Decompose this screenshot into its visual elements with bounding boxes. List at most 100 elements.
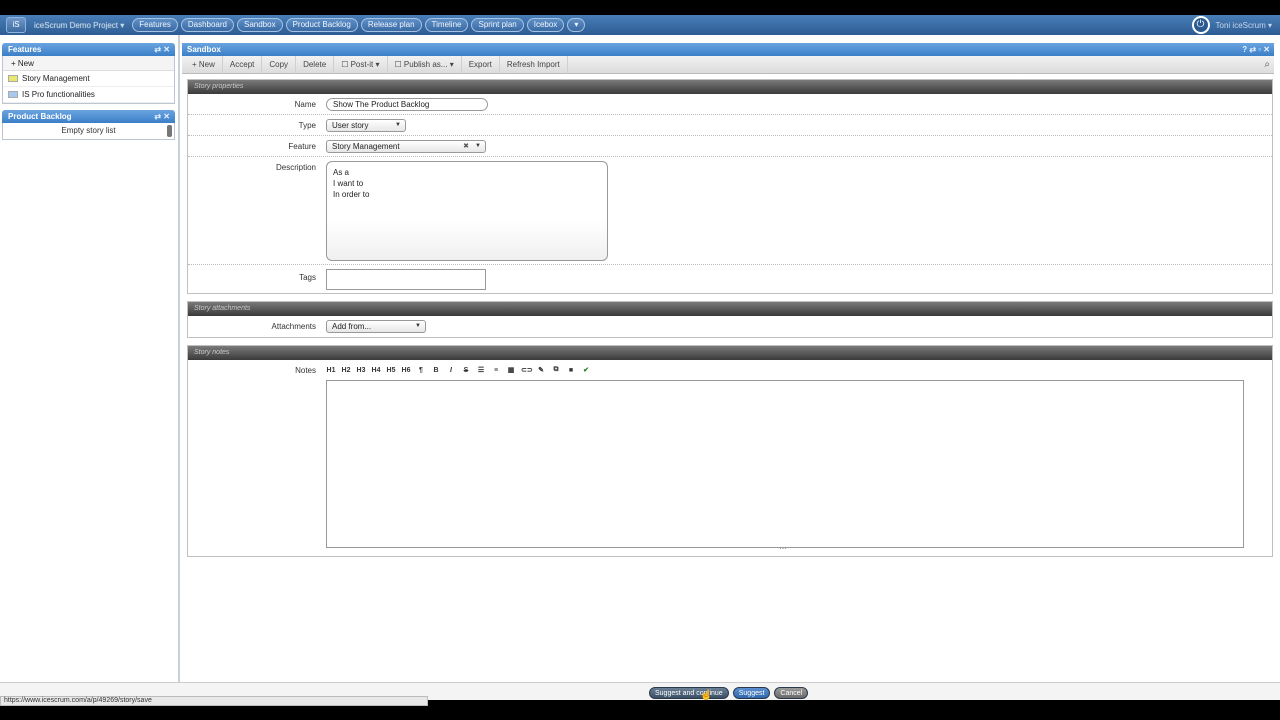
preview-icon[interactable]: ⧉	[551, 366, 561, 374]
chevron-down-icon: ▼	[415, 323, 421, 329]
description-textarea[interactable]: As a I want to In order to	[326, 161, 608, 261]
backlog-panel-title: Product Backlog	[8, 112, 72, 121]
status-url: https://www.icescrum.com/a/p/49269/story…	[0, 696, 428, 706]
tags-input[interactable]	[326, 269, 486, 290]
paragraph-icon[interactable]: ¶	[416, 367, 426, 374]
description-line: I want to	[333, 179, 364, 188]
bullet-list-icon[interactable]: ☰	[476, 366, 486, 374]
features-panel: + New Story Management IS Pro functional…	[2, 56, 175, 104]
field-label: Attachments	[271, 322, 316, 331]
backlog-panel-header: Product Backlog ⇄ ✕	[2, 110, 175, 123]
h3-button[interactable]: H3	[356, 367, 366, 374]
notes-textarea[interactable]: ⋯	[326, 380, 1244, 553]
h6-button[interactable]: H6	[401, 367, 411, 374]
feature-value: Story Management	[332, 142, 400, 151]
bold-icon[interactable]: B	[431, 367, 441, 374]
scrollbar[interactable]	[167, 125, 172, 137]
panel-controls-icon[interactable]: ? ⇄ ▫ ✕	[1242, 43, 1270, 56]
search-icon[interactable]: ⌕	[1264, 59, 1270, 70]
field-label: Feature	[288, 142, 316, 151]
top-navigation-bar: iS iceScrum Demo Project ▾ Features Dash…	[0, 15, 1280, 35]
panel-controls-icon[interactable]: ⇄ ✕	[154, 110, 170, 123]
panel-splitter[interactable]	[178, 35, 180, 700]
strikethrough-icon[interactable]: S	[461, 367, 471, 374]
tab-dashboard[interactable]: Dashboard	[180, 18, 234, 32]
type-row: Type User story ▼	[188, 115, 1272, 136]
resize-handle-icon[interactable]: ⋯	[779, 544, 787, 553]
accept-button[interactable]: Accept	[223, 55, 263, 74]
tab-timeline[interactable]: Timeline	[424, 18, 469, 32]
story-notes-section: Story notes Notes H1 H2 H3 H4 H5 H6 ¶ B …	[187, 345, 1273, 557]
attachments-value: Add from...	[332, 322, 372, 331]
feature-label: IS Pro functionalities	[22, 89, 95, 99]
story-attachments-section: Story attachments Attachments Add from..…	[187, 301, 1273, 338]
tab-sandbox[interactable]: Sandbox	[236, 18, 283, 32]
new-feature-button[interactable]: + New	[3, 56, 174, 71]
postit-dropdown[interactable]: ☐ Post-it ▾	[334, 55, 388, 74]
page-title: Sandbox	[187, 45, 221, 54]
left-sidebar: Features ⇄ ✕ + New Story Management IS P…	[2, 43, 175, 140]
features-panel-header: Features ⇄ ✕	[2, 43, 175, 56]
edit-icon[interactable]: ✎	[536, 366, 546, 374]
attachments-select[interactable]: Add from... ▼	[326, 320, 426, 333]
empty-message: Empty story list	[61, 126, 116, 135]
field-label: Name	[294, 100, 316, 109]
cancel-button[interactable]: Cancel	[774, 687, 809, 699]
publish-dropdown[interactable]: ☐ Publish as... ▾	[388, 55, 462, 74]
tab-more-dropdown[interactable]: ▾	[567, 18, 586, 32]
type-value: User story	[332, 121, 369, 130]
feature-item[interactable]: IS Pro functionalities	[3, 87, 174, 103]
power-icon[interactable]: ⏻	[1191, 16, 1210, 34]
type-select[interactable]: User story ▼	[326, 119, 406, 132]
suggest-and-continue-button[interactable]: Suggest and continue	[649, 687, 729, 699]
feature-item[interactable]: Story Management	[3, 71, 174, 87]
fullscreen-icon[interactable]: ■	[566, 367, 576, 374]
delete-button[interactable]: Delete	[296, 55, 335, 74]
feature-label: Story Management	[22, 73, 90, 83]
section-heading: Story properties	[188, 80, 1272, 94]
name-field[interactable]: Show The Product Backlog	[326, 98, 488, 111]
h4-button[interactable]: H4	[371, 367, 381, 374]
h1-button[interactable]: H1	[326, 367, 336, 374]
h2-button[interactable]: H2	[341, 367, 351, 374]
notes-row: Notes H1 H2 H3 H4 H5 H6 ¶ B I S ☰ ≡ ▦ ⊂⊃…	[188, 360, 1272, 556]
project-selector[interactable]: iceScrum Demo Project ▾	[34, 21, 124, 30]
app-logo[interactable]: iS	[6, 17, 26, 33]
image-icon[interactable]: ▦	[506, 366, 516, 374]
feature-color-swatch	[8, 91, 18, 98]
user-menu[interactable]: Toni iceScrum ▾	[1216, 21, 1272, 30]
tab-product-backlog[interactable]: Product Backlog	[285, 18, 358, 32]
markdown-toolbar: H1 H2 H3 H4 H5 H6 ¶ B I S ☰ ≡ ▦ ⊂⊃ ✎ ⧉ ■…	[326, 364, 1244, 376]
app-body: Features ⇄ ✕ + New Story Management IS P…	[0, 35, 1280, 700]
story-properties-section: Story properties Name Show The Product B…	[187, 79, 1273, 294]
hand-cursor-icon: ☝	[700, 690, 713, 701]
copy-button[interactable]: Copy	[262, 55, 297, 74]
description-line: As a	[333, 168, 350, 177]
chevron-down-icon: ▼	[475, 143, 481, 149]
tab-icebox[interactable]: Icebox	[526, 18, 565, 32]
h5-button[interactable]: H5	[386, 367, 396, 374]
check-icon[interactable]: ✔	[581, 366, 591, 374]
sandbox-panel-header: Sandbox ? ⇄ ▫ ✕	[182, 43, 1274, 56]
link-icon[interactable]: ⊂⊃	[521, 366, 533, 374]
field-label: Notes	[295, 366, 316, 375]
tags-row: Tags	[188, 265, 1272, 293]
tab-features[interactable]: Features	[132, 18, 178, 32]
new-story-button[interactable]: + New	[185, 55, 223, 74]
numbered-list-icon[interactable]: ≡	[491, 367, 501, 374]
feature-row: Feature Story Management ✖ ▼	[188, 136, 1272, 157]
suggest-button[interactable]: Suggest	[732, 687, 771, 699]
sandbox-toolbar: + New Accept Copy Delete ☐ Post-it ▾ ☐ P…	[182, 55, 1274, 74]
italic-icon[interactable]: I	[446, 367, 456, 374]
section-heading: Story notes	[188, 346, 1272, 360]
refresh-import-button[interactable]: Refresh Import	[500, 55, 568, 74]
notes-editor: H1 H2 H3 H4 H5 H6 ¶ B I S ☰ ≡ ▦ ⊂⊃ ✎ ⧉ ■…	[326, 364, 1244, 553]
feature-select[interactable]: Story Management ✖ ▼	[326, 140, 486, 153]
panel-controls-icon[interactable]: ⇄ ✕	[154, 43, 170, 56]
export-button[interactable]: Export	[462, 55, 500, 74]
clear-icon[interactable]: ✖	[463, 141, 469, 152]
tab-release-plan[interactable]: Release plan	[360, 18, 422, 32]
sandbox-panel: Sandbox ? ⇄ ▫ ✕ + New Accept Copy Delete…	[182, 43, 1274, 557]
description-row: Description As a I want to In order to	[188, 157, 1272, 265]
tab-sprint-plan[interactable]: Sprint plan	[471, 18, 524, 32]
